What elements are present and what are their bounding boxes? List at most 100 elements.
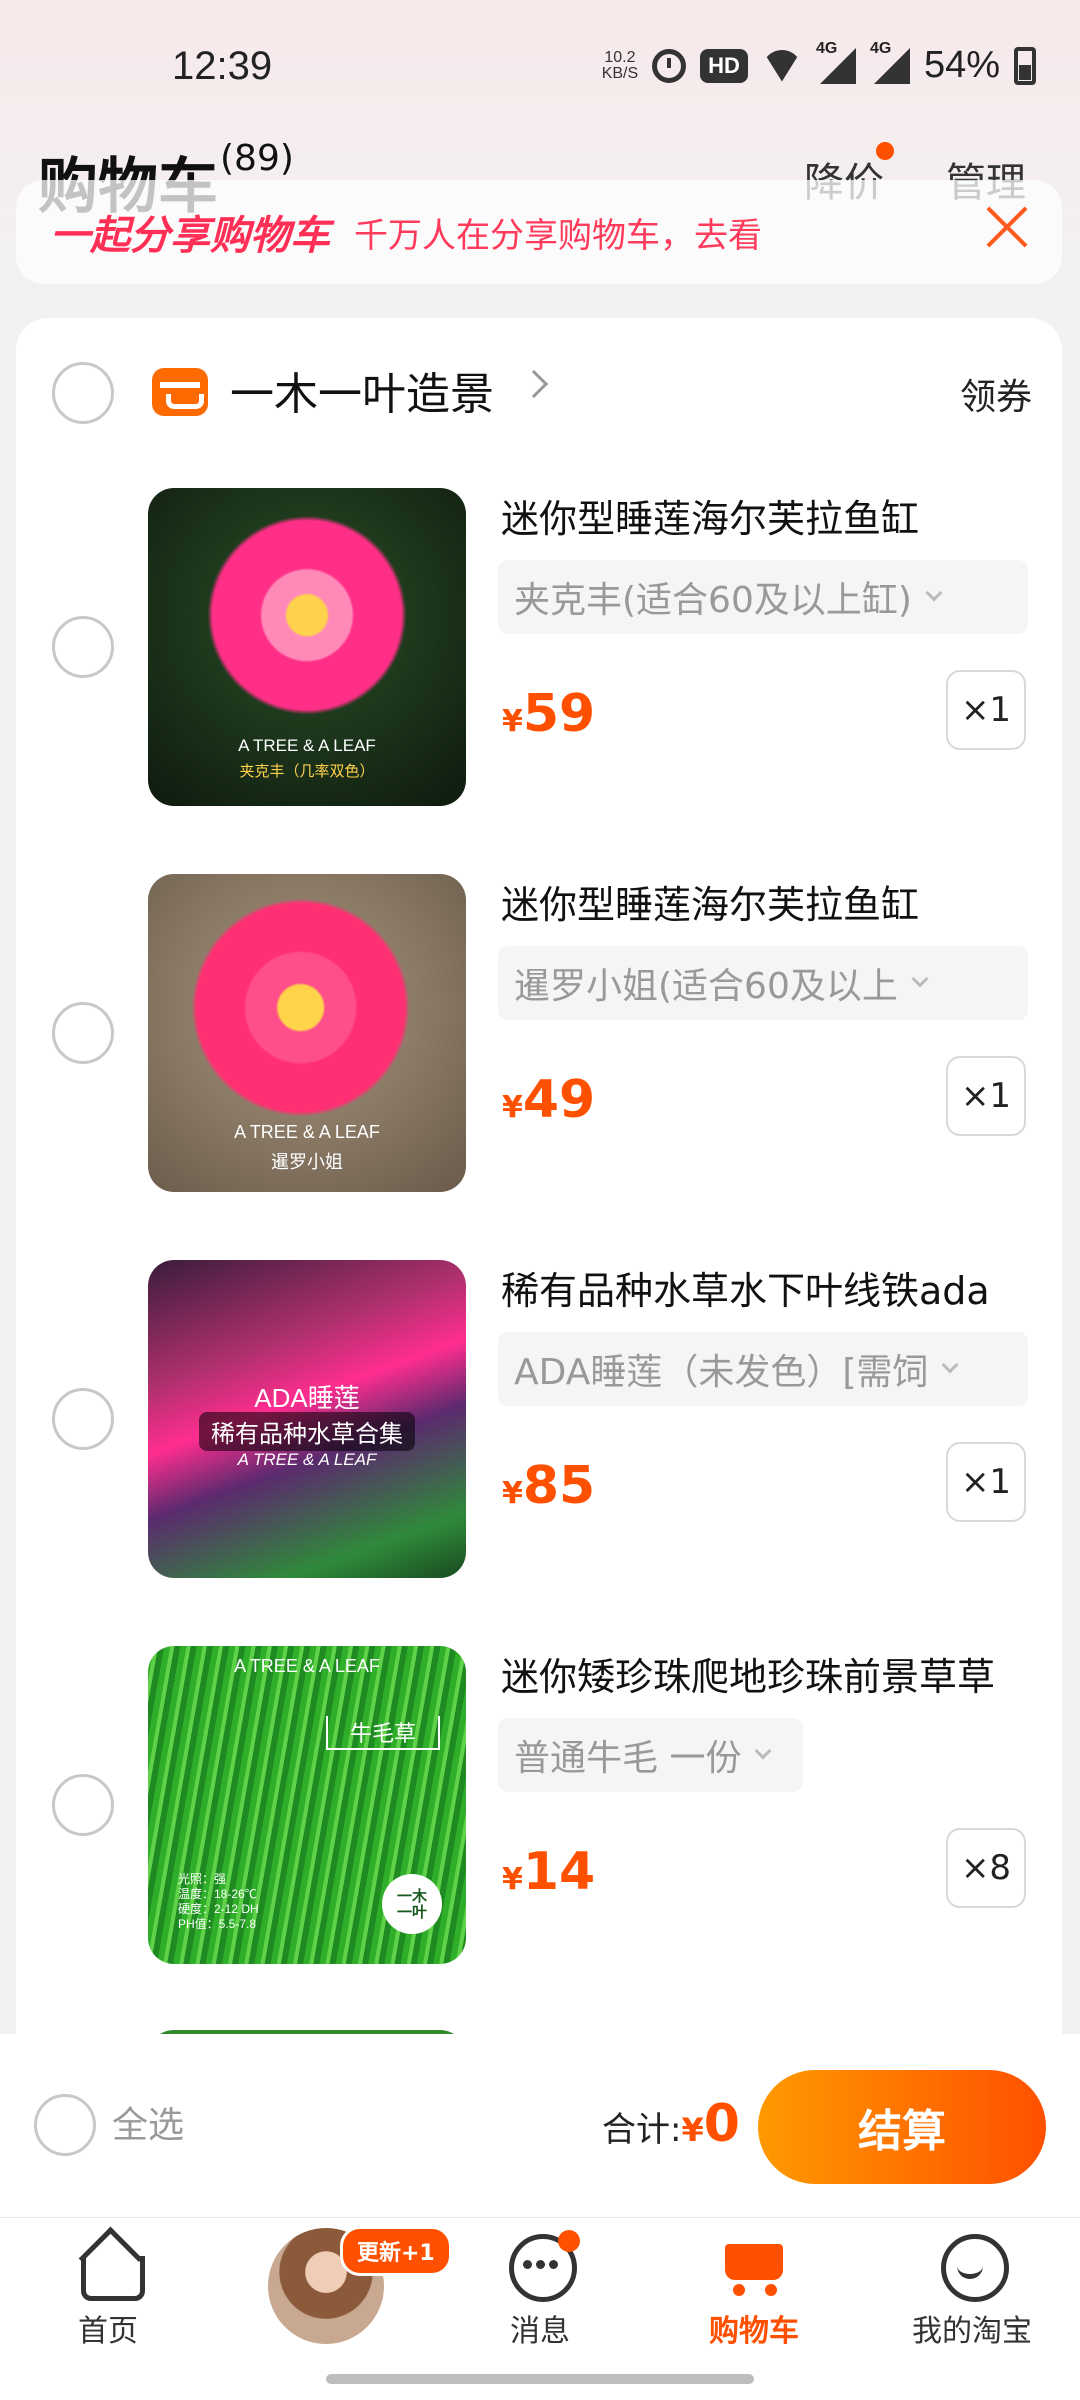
- select-all-label[interactable]: 全选: [112, 2096, 184, 2148]
- share-cart-banner[interactable]: 一起分享购物车 千万人在分享购物车，去看: [16, 180, 1062, 284]
- shop-icon: [152, 368, 208, 416]
- shop-select-radio[interactable]: [52, 362, 114, 424]
- home-indicator[interactable]: [326, 2374, 754, 2384]
- total-price: 合计:¥0: [602, 2094, 740, 2154]
- product-image[interactable]: A TREE & A LEAF 暹罗小姐: [148, 874, 466, 1192]
- sku-selector[interactable]: 普通牛毛 一份: [498, 1718, 803, 1792]
- chevron-right-icon[interactable]: [519, 369, 549, 399]
- chevron-down-icon: [925, 584, 943, 602]
- quantity-button[interactable]: ×1: [946, 1056, 1026, 1136]
- shop-card: 一木一叶造景 领券 A TREE & A LEAF 夹克丰（几率双色） 迷你型睡…: [16, 318, 1062, 2078]
- image-caption: ADA睡莲: [254, 1383, 360, 1413]
- tab-messages[interactable]: 消息: [450, 2230, 630, 2350]
- net-speed: 10.2 KB/S: [602, 49, 638, 82]
- tab-label: 消息: [510, 2314, 570, 2349]
- item-select-radio[interactable]: [52, 1388, 114, 1450]
- currency-symbol: ¥: [502, 1090, 523, 1125]
- net-type-1: 4G: [815, 39, 838, 57]
- chevron-down-icon: [754, 1742, 772, 1760]
- item-select-radio[interactable]: [52, 616, 114, 678]
- chevron-down-icon: [941, 1356, 959, 1374]
- tab-home[interactable]: 首页: [18, 2230, 198, 2350]
- chevron-down-icon: [911, 970, 929, 988]
- sku-selector[interactable]: 夹克丰(适合60及以上缸): [498, 560, 1028, 634]
- sku-text: ADA睡莲（未发色）[需饲: [514, 1352, 929, 1393]
- product-price: ¥59: [502, 684, 595, 744]
- price-value: 59: [522, 684, 596, 744]
- alarm-icon: [652, 48, 687, 83]
- image-caption: 稀有品种水草合集: [199, 1412, 415, 1451]
- item-select-radio[interactable]: [52, 1002, 114, 1064]
- product-price: ¥85: [502, 1456, 595, 1516]
- shop-name[interactable]: 一木一叶造景: [230, 358, 494, 422]
- status-bar: 12:39 10.2 KB/S HD 4G 4G 54%: [0, 0, 1080, 130]
- checkout-button[interactable]: 结算: [758, 2070, 1046, 2184]
- sku-text: 普通牛毛 一份: [514, 1738, 742, 1779]
- tab-label: 我的淘宝: [912, 2314, 1032, 2349]
- currency-symbol: ¥: [681, 2111, 704, 2149]
- message-icon-dot: [549, 2260, 558, 2269]
- signal-icon-1: 4G: [816, 40, 856, 84]
- cart-icon: [719, 2230, 789, 2300]
- quantity-button[interactable]: ×1: [946, 1442, 1026, 1522]
- image-caption: 牛毛草: [326, 1716, 440, 1750]
- product-image[interactable]: ADA睡莲 稀有品种水草合集 A TREE & A LEAF: [148, 1260, 466, 1578]
- status-time: 12:39: [172, 44, 273, 88]
- smile-icon: [937, 2230, 1009, 2302]
- select-all-radio[interactable]: [34, 2094, 96, 2156]
- status-icons: 10.2 KB/S HD 4G 4G 54%: [602, 40, 1036, 87]
- cart-item: A TREE & A LEAF 夹克丰（几率双色） 迷你型睡莲海尔芙拉鱼缸 夹克…: [16, 488, 1062, 808]
- image-caption: 夹克丰（几率双色）: [239, 763, 375, 780]
- quantity-button[interactable]: ×1: [946, 670, 1026, 750]
- quantity-button[interactable]: ×8: [946, 1828, 1026, 1908]
- messages-dot: [558, 2230, 580, 2252]
- coupon-button[interactable]: 领券: [960, 368, 1032, 420]
- update-badge: 更新+1: [340, 2226, 452, 2276]
- cart-item: A TREE & A LEAF 暹罗小姐 迷你型睡莲海尔芙拉鱼缸 暹罗小姐(适合…: [16, 874, 1062, 1194]
- product-name[interactable]: 稀有品种水草水下叶线铁ada: [501, 1260, 990, 1315]
- product-image[interactable]: A TREE & A LEAF 牛毛草 光照：强 温度：18-26℃ 硬度：2-…: [148, 1646, 466, 1964]
- price-value: 14: [522, 1842, 596, 1902]
- image-caption: A TREE & A LEAF: [234, 1122, 380, 1142]
- net-type-2: 4G: [869, 39, 892, 57]
- image-caption: A TREE & A LEAF: [234, 1656, 380, 1676]
- currency-symbol: ¥: [502, 1476, 523, 1511]
- share-banner-title: 一起分享购物车: [50, 213, 330, 259]
- product-price: ¥14: [502, 1842, 595, 1902]
- battery-percent: 54%: [923, 44, 1000, 86]
- price-value: 85: [522, 1456, 596, 1516]
- wifi-icon: [762, 50, 802, 82]
- product-name[interactable]: 迷你矮珍珠爬地珍珠前景草草: [501, 1646, 995, 1701]
- image-caption: 暹罗小姐: [271, 1152, 343, 1172]
- bottom-tab-bar: 首页 更新+1 消息 购物车 我的淘宝: [0, 2218, 1080, 2400]
- sku-text: 夹克丰(适合60及以上缸): [514, 580, 912, 621]
- item-select-radio[interactable]: [52, 1774, 114, 1836]
- checkout-bar: 全选 合计:¥0 结算: [0, 2034, 1080, 2218]
- sku-selector[interactable]: ADA睡莲（未发色）[需饲: [498, 1332, 1028, 1406]
- image-caption: 光照：强 温度：18-26℃ 硬度：2-12 DH PH值：5.5-7.8: [178, 1872, 259, 1931]
- price-drop-dot: [876, 142, 894, 160]
- product-price: ¥49: [502, 1070, 595, 1130]
- tab-my-taobao[interactable]: 我的淘宝: [882, 2230, 1062, 2350]
- price-value: 49: [522, 1070, 596, 1130]
- cart-count: (89): [220, 138, 294, 179]
- close-icon[interactable]: [984, 204, 1030, 250]
- home-icon: [73, 2230, 145, 2301]
- tab-label: 首页: [78, 2314, 138, 2349]
- tab-label: 购物车: [709, 2314, 799, 2349]
- tab-cart[interactable]: 购物车: [664, 2230, 844, 2350]
- cart-item: A TREE & A LEAF 牛毛草 光照：强 温度：18-26℃ 硬度：2-…: [16, 1646, 1062, 1966]
- sku-text: 暹罗小姐(适合60及以上: [514, 966, 898, 1007]
- signal-icon-2: 4G: [870, 40, 910, 84]
- product-image[interactable]: A TREE & A LEAF 夹克丰（几率双色）: [148, 488, 466, 806]
- image-caption: A TREE & A LEAF: [238, 736, 376, 755]
- sku-selector[interactable]: 暹罗小姐(适合60及以上: [498, 946, 1028, 1020]
- product-name[interactable]: 迷你型睡莲海尔芙拉鱼缸: [501, 874, 919, 929]
- cart-item: ADA睡莲 稀有品种水草合集 A TREE & A LEAF 稀有品种水草水下叶…: [16, 1260, 1062, 1580]
- currency-symbol: ¥: [502, 1862, 523, 1897]
- image-caption: A TREE & A LEAF: [237, 1450, 377, 1469]
- brand-logo: 一木一叶: [382, 1874, 442, 1934]
- total-label: 合计:: [602, 2110, 682, 2150]
- share-banner-text: 千万人在分享购物车，去看: [354, 215, 762, 256]
- product-name[interactable]: 迷你型睡莲海尔芙拉鱼缸: [501, 488, 919, 543]
